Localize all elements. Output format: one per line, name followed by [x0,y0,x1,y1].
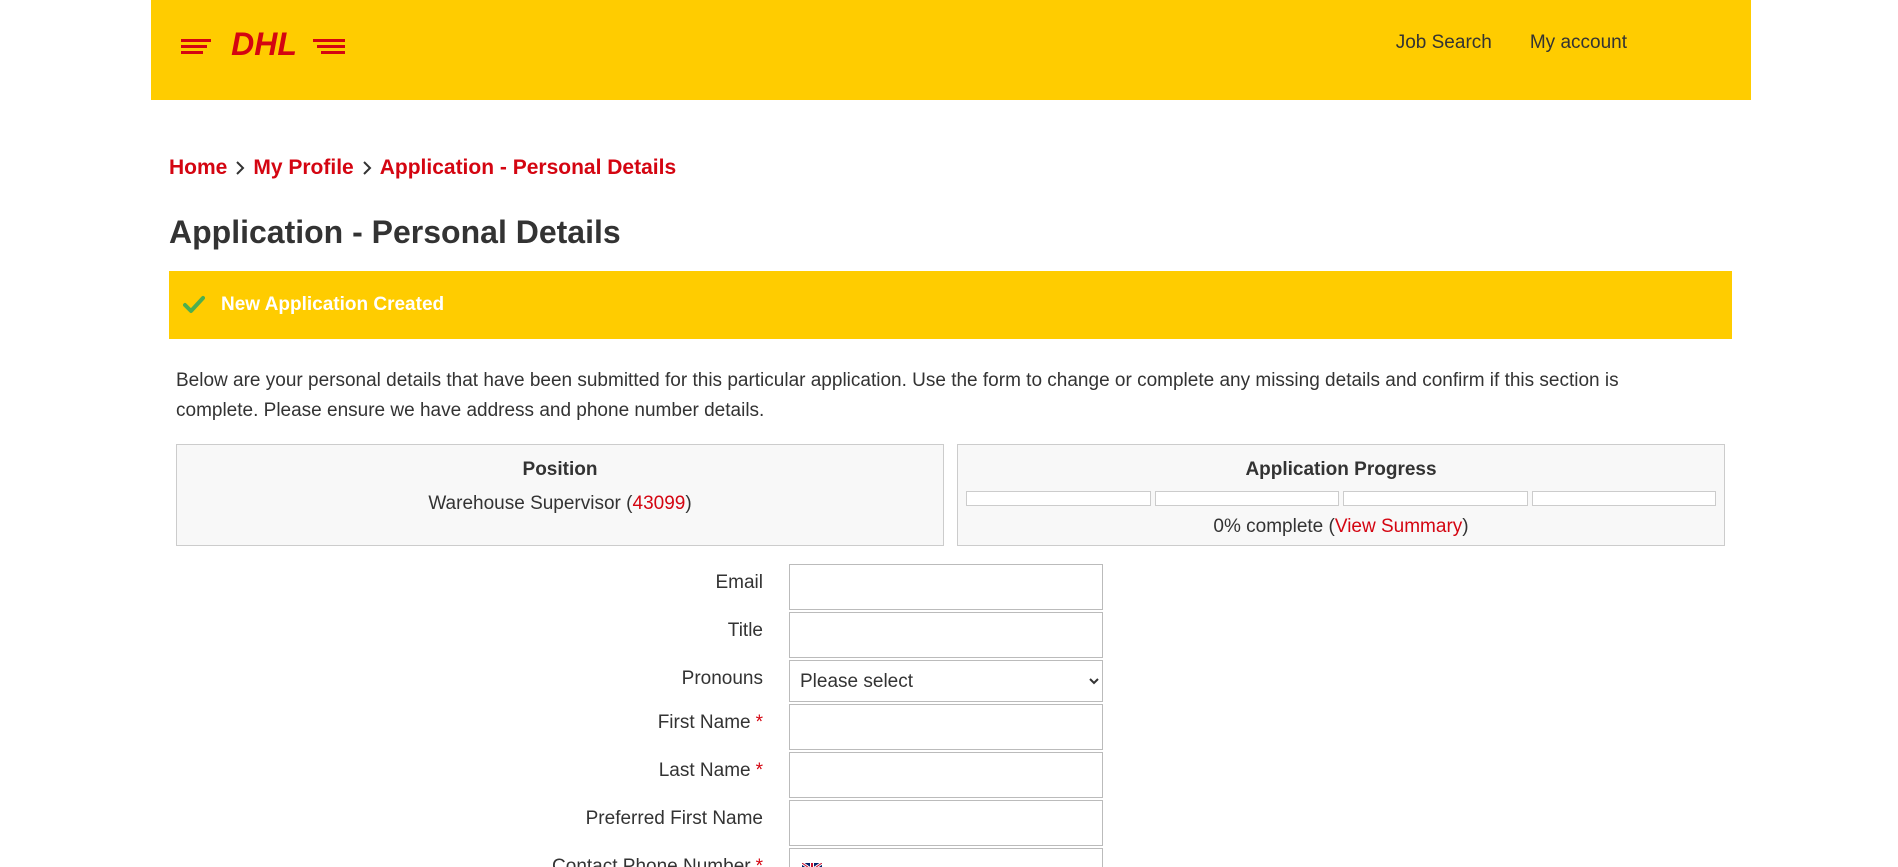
chevron-right-icon [227,156,253,180]
form-row-phone: Contact Phone Number * [0,848,1898,867]
email-field[interactable] [789,564,1103,610]
progress-segment [1343,491,1528,506]
progress-segment [966,491,1151,506]
last-name-label: Last Name * [658,760,763,781]
progress-percent: 0% complete [1213,516,1324,537]
breadcrumb-current[interactable]: Application - Personal Details [380,156,676,180]
last-name-field[interactable] [789,752,1103,798]
preferred-name-label: Preferred First Name [585,808,763,829]
progress-title: Application Progress [1245,459,1437,480]
progress-box: Application Progress 0% complete (View S… [957,444,1725,546]
breadcrumb: Home My Profile Application - Personal D… [169,156,676,180]
progress-segment [1531,491,1716,506]
intro-text: Below are your personal details that hav… [176,370,1619,421]
page-title: Application - Personal Details [169,214,621,250]
progress-segment [1154,491,1339,506]
title-label: Title [727,620,763,641]
title-field[interactable] [789,612,1103,658]
page: DHL Job Search My account Home My Profil… [0,0,1898,867]
position-box: Position Warehouse Supervisor (43099) [176,444,944,546]
form-row-title: Title [0,612,1898,658]
form-row-last-name: Last Name * [0,752,1898,798]
progress-bar [966,491,1716,506]
phone-label: Contact Phone Number * [552,856,763,867]
required-marker: * [755,760,763,781]
dhl-logo[interactable]: DHL [181,26,345,60]
logo-text: DHL [231,26,297,60]
required-marker: * [755,856,763,867]
form-row-pronouns: Pronouns Please select [0,660,1898,706]
form-row-first-name: First Name * [0,704,1898,750]
nav-my-account[interactable]: My account [1530,32,1627,54]
position-line: Warehouse Supervisor (43099) [177,493,943,515]
site-header: DHL Job Search My account [151,0,1751,100]
success-alert: New Application Created [169,271,1732,339]
form-row-preferred-name: Preferred First Name [0,800,1898,846]
phone-field[interactable] [789,848,1103,867]
nav-job-search[interactable]: Job Search [1396,32,1492,54]
top-nav: Job Search My account [1396,32,1627,54]
form-row-email: Email [0,564,1898,610]
job-title: Warehouse Supervisor [428,493,621,514]
check-icon [183,296,205,313]
chevron-right-icon [354,156,380,180]
breadcrumb-home[interactable]: Home [169,156,227,180]
alert-message: New Application Created [221,294,445,315]
pronouns-label: Pronouns [681,668,763,689]
progress-line: 0% complete (View Summary) [1213,516,1469,537]
job-id-wrap: (43099) [626,493,692,514]
uk-flag-icon[interactable] [802,863,822,867]
pronouns-select[interactable]: Please select [789,660,1103,702]
first-name-label: First Name * [657,712,763,733]
position-title: Position [522,459,598,480]
first-name-field[interactable] [789,704,1103,750]
required-marker: * [755,712,763,733]
breadcrumb-my-profile[interactable]: My Profile [253,156,353,180]
email-label: Email [715,572,763,593]
view-summary-link[interactable]: View Summary [1335,516,1462,537]
preferred-name-field[interactable] [789,800,1103,846]
job-id-link[interactable]: 43099 [633,493,686,514]
